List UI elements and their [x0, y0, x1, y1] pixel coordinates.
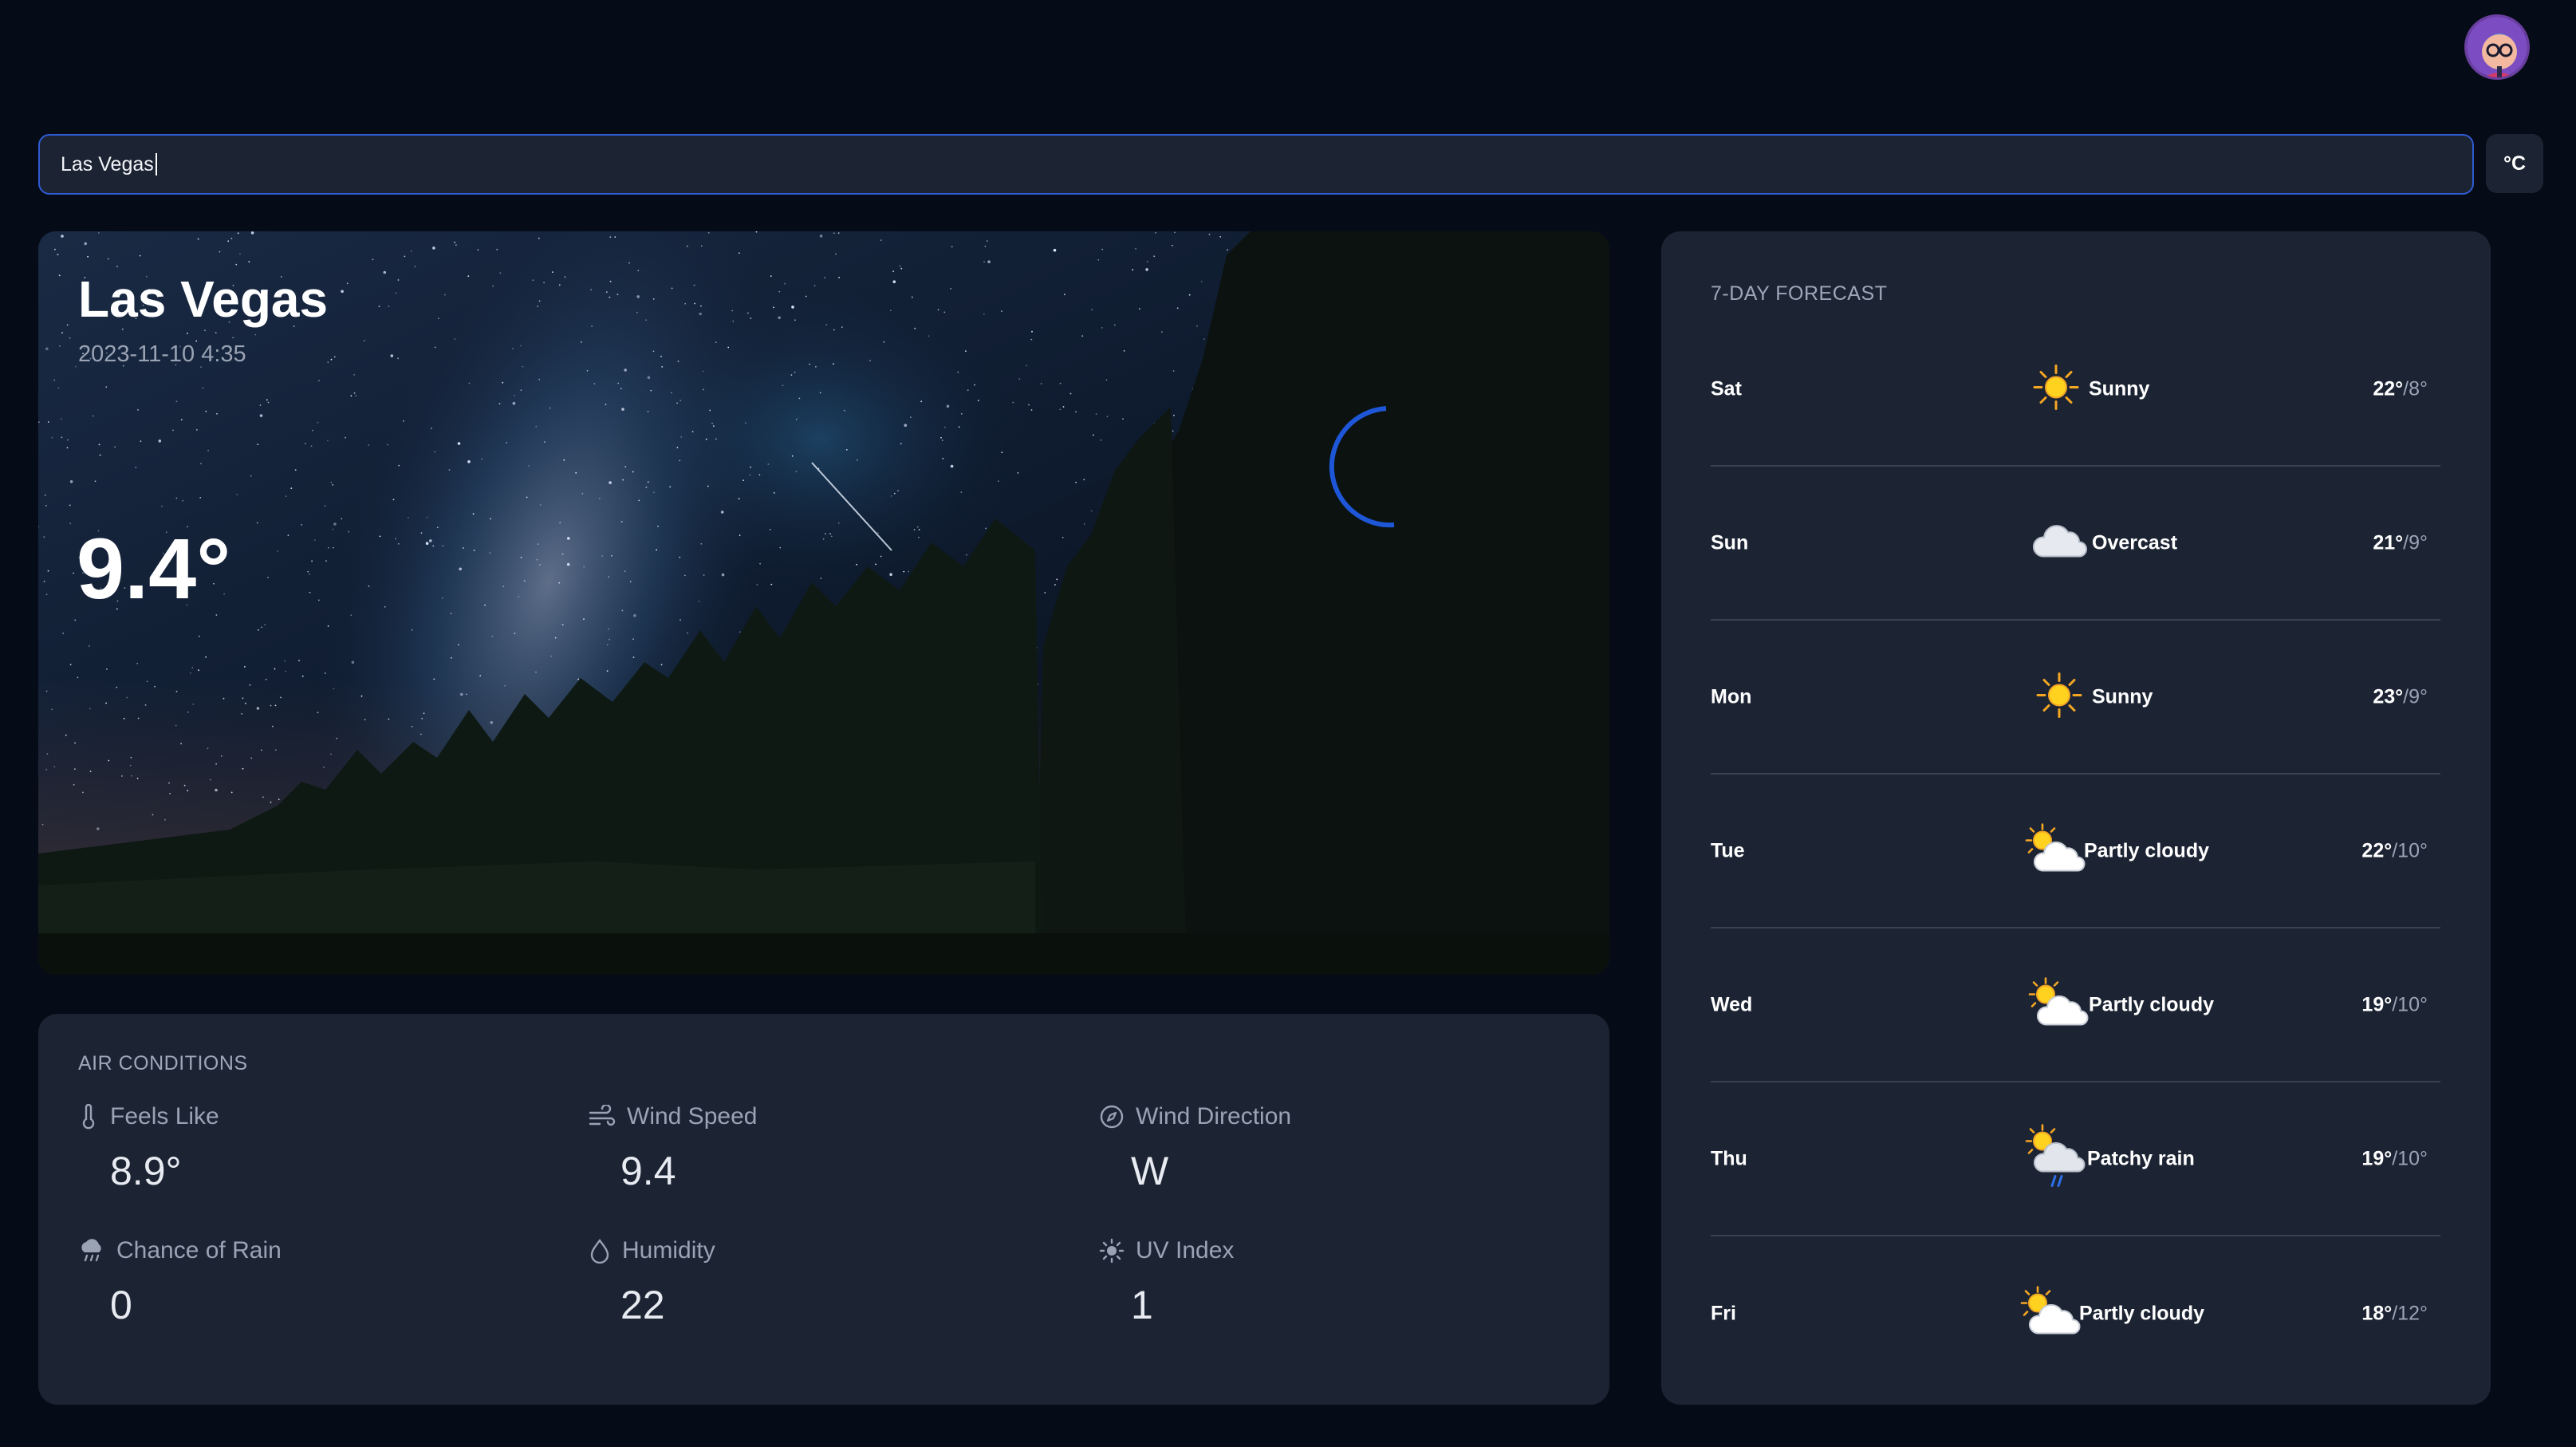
forecast-row-mon: Mon Sunny 23°/9° — [1711, 621, 2440, 775]
metric-value: 22 — [620, 1283, 665, 1327]
partly-cloudy-icon — [2022, 822, 2090, 879]
rain-cloud-icon — [81, 1239, 101, 1262]
sun-outline-icon — [1099, 1238, 1125, 1264]
forecast-high: 18° — [2361, 1302, 2393, 1324]
forecast-condition: Partly cloudy — [2079, 1302, 2204, 1324]
forecast-condition: Sunny — [2092, 685, 2153, 708]
forecast-condition: Sunny — [2089, 377, 2150, 400]
metric-wind-direction: Wind Direction W — [1099, 1103, 1291, 1194]
forecast-day: Sun — [1711, 531, 1749, 554]
forecast-temperature: 21°/9° — [2373, 531, 2428, 554]
metric-uv-index: UV Index 1 — [1099, 1237, 1234, 1328]
forecast-low: /8° — [2403, 377, 2428, 400]
forecast-high: 22° — [2361, 839, 2393, 861]
forecast-day: Thu — [1711, 1147, 1747, 1169]
metric-chance-of-rain: Chance of Rain 0 — [78, 1237, 282, 1328]
forecast-day: Mon — [1711, 685, 1752, 708]
droplet-icon — [590, 1239, 609, 1264]
patchy-rain-icon — [2022, 1123, 2090, 1194]
sun-icon — [2034, 670, 2084, 724]
forecast-temperature: 19°/10° — [2361, 993, 2428, 1016]
current-weather-card: Las Vegas 2023-11-10 4:35 9.4° — [38, 231, 1609, 975]
forecast-row-tue: Tue Partly cloudy 22°/10° — [1711, 775, 2440, 929]
metric-label: UV Index — [1136, 1237, 1235, 1264]
forecast-row-sun: Sun Overcast 21°/9° — [1711, 467, 2440, 621]
forecast-low: /12° — [2392, 1302, 2428, 1324]
forecast-temperature: 22°/10° — [2361, 839, 2428, 862]
forecast-condition: Partly cloudy — [2084, 839, 2209, 861]
metric-value: 0 — [110, 1283, 132, 1327]
forecast-low: /10° — [2392, 1147, 2428, 1169]
forecast-temperature: 19°/10° — [2361, 1147, 2428, 1170]
search-value: Las Vegas — [61, 152, 154, 175]
forecast-title: 7-DAY FORECAST — [1711, 282, 1888, 305]
metric-label: Chance of Rain — [116, 1237, 282, 1264]
forecast-high: 21° — [2373, 531, 2404, 554]
forecast-condition: Partly cloudy — [2089, 993, 2214, 1015]
metric-label: Humidity — [622, 1237, 715, 1264]
forecast-day: Wed — [1711, 993, 1753, 1015]
forecast-low: /9° — [2403, 531, 2428, 554]
forecast-high: 22° — [2373, 377, 2404, 400]
unit-toggle-button[interactable]: °C — [2486, 134, 2543, 193]
forecast-day: Tue — [1711, 839, 1745, 861]
metric-humidity: Humidity 22 — [589, 1237, 715, 1328]
partly-cloudy-icon — [2025, 976, 2093, 1033]
current-datetime: 2023-11-10 4:35 — [78, 341, 246, 367]
seven-day-forecast-card: 7-DAY FORECAST Sat Sunny 22°/8° Sun Overcast… — [1661, 231, 2491, 1405]
metric-value: 8.9° — [110, 1149, 182, 1193]
metric-value: 1 — [1131, 1283, 1153, 1327]
metric-label: Wind Speed — [627, 1103, 758, 1130]
forecast-high: 19° — [2361, 993, 2393, 1015]
air-conditions-card: AIR CONDITIONS Feels Like 8.9° Wind Spee… — [38, 1014, 1609, 1405]
forecast-temperature: 18°/12° — [2361, 1302, 2428, 1325]
metric-label: Wind Direction — [1136, 1103, 1292, 1130]
forecast-condition: Overcast — [2092, 531, 2178, 554]
forecast-row-wed: Wed Partly cloudy 19°/10° — [1711, 929, 2440, 1082]
cloud-icon — [2030, 521, 2090, 565]
forecast-condition: Patchy rain — [2087, 1147, 2195, 1169]
forecast-low: /10° — [2392, 839, 2428, 861]
forecast-low: /10° — [2392, 993, 2428, 1015]
user-avatar[interactable] — [2464, 14, 2530, 80]
metric-value: W — [1131, 1149, 1169, 1193]
forecast-high: 23° — [2373, 685, 2404, 708]
text-caret — [155, 153, 157, 175]
current-temperature: 9.4° — [77, 520, 231, 617]
crescent-moon-icon — [1298, 399, 1426, 538]
forecast-low: /9° — [2403, 685, 2428, 708]
forecast-day: Fri — [1711, 1302, 1736, 1324]
metric-feels-like: Feels Like 8.9° — [78, 1103, 219, 1194]
metric-wind-speed: Wind Speed 9.4 — [589, 1103, 757, 1194]
sun-icon — [2031, 362, 2081, 416]
compass-icon — [1100, 1105, 1124, 1129]
night-sky-background — [38, 231, 1609, 975]
forecast-temperature: 22°/8° — [2373, 377, 2428, 400]
forecast-row-fri: Fri Partly cloudy 18°/12° — [1711, 1236, 2440, 1390]
city-search-input[interactable]: Las Vegas — [38, 134, 2474, 195]
metric-label: Feels Like — [110, 1103, 219, 1130]
forecast-temperature: 23°/9° — [2373, 685, 2428, 708]
partly-cloudy-icon — [2017, 1285, 2086, 1342]
metric-value: 9.4 — [620, 1149, 676, 1193]
forecast-day: Sat — [1711, 377, 1742, 400]
forecast-row-thu: Thu Patchy rain 19°/10° — [1711, 1082, 2440, 1236]
city-name: Las Vegas — [78, 270, 329, 328]
air-conditions-title: AIR CONDITIONS — [78, 1052, 248, 1074]
wind-icon — [589, 1105, 616, 1126]
forecast-high: 19° — [2361, 1147, 2393, 1169]
forecast-row-sat: Sat Sunny 22°/8° — [1711, 313, 2440, 467]
thermometer-icon — [82, 1104, 95, 1130]
